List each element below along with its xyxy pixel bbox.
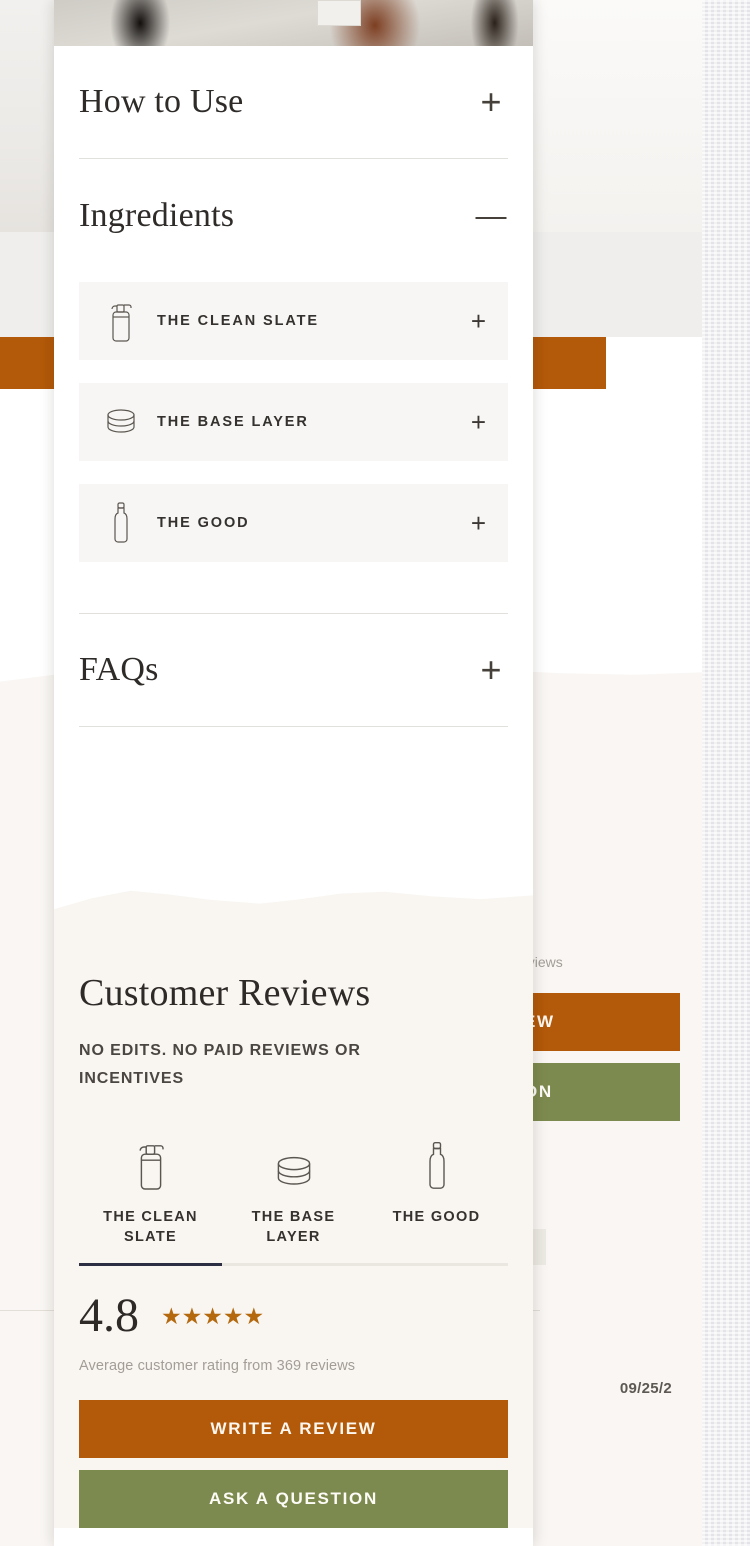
- accordion-title-how-to-use: How to Use: [79, 83, 244, 120]
- pump-bottle-icon: [97, 298, 145, 344]
- plus-icon[interactable]: +: [471, 409, 486, 435]
- ask-a-question-button[interactable]: ASK A QUESTION: [79, 1470, 508, 1528]
- plus-icon[interactable]: +: [474, 84, 508, 120]
- accordion-row-how-to-use[interactable]: How to Use +: [79, 46, 508, 158]
- accordion-title-ingredients: Ingredients: [79, 196, 235, 234]
- overlay-top-photo: [54, 0, 533, 46]
- jar-icon: [97, 405, 145, 439]
- tab-the-clean-slate[interactable]: THE CLEAN SLATE: [79, 1131, 222, 1251]
- ingredient-row-the-good[interactable]: THE GOOD +: [79, 484, 508, 562]
- tab-the-base-layer[interactable]: THE BASE LAYER: [222, 1131, 365, 1251]
- review-product-tabs: THE CLEAN SLATE THE BASE LAYER THE GOOD: [79, 1131, 508, 1251]
- tab-the-good[interactable]: THE GOOD: [365, 1131, 508, 1251]
- pump-bottle-icon: [133, 1131, 169, 1193]
- plus-icon[interactable]: +: [474, 652, 508, 688]
- ingredient-row-the-base-layer[interactable]: THE BASE LAYER +: [79, 383, 508, 461]
- reviews-subheading: NO EDITS. NO PAID REVIEWS OR INCENTIVES: [79, 1042, 361, 1087]
- tab-underline-track: [79, 1263, 508, 1266]
- plus-icon[interactable]: +: [471, 308, 486, 334]
- rating-summary-row: 4.8 ★★★★★: [79, 1292, 508, 1340]
- ingredient-label-the-good: THE GOOD: [157, 515, 250, 531]
- accordion-title-faqs: FAQs: [79, 651, 159, 688]
- ingredient-row-the-clean-slate[interactable]: THE CLEAN SLATE +: [79, 282, 508, 360]
- rating-caption: Average customer rating from 369 reviews: [79, 1358, 356, 1374]
- reviews-heading: Customer Reviews: [79, 972, 371, 1014]
- ingredient-label-the-base-layer: THE BASE LAYER: [157, 414, 309, 430]
- tab-label-the-good: THE GOOD: [392, 1209, 481, 1225]
- customer-reviews-section: Customer Reviews NO EDITS. NO PAID REVIE…: [54, 923, 533, 1528]
- tab-label-the-clean-slate: THE CLEAN SLATE: [103, 1209, 198, 1245]
- dropper-bottle-icon: [97, 500, 145, 546]
- ingredient-label-the-clean-slate: THE CLEAN SLATE: [157, 313, 319, 329]
- overlay-accordion-body: How to Use + Ingredients — THE CLEAN SLA…: [54, 46, 533, 727]
- jar-icon: [270, 1131, 318, 1193]
- accordion-row-ingredients[interactable]: Ingredients —: [79, 159, 508, 272]
- average-rating-value: 4.8: [79, 1289, 139, 1342]
- product-details-overlay-panel: How to Use + Ingredients — THE CLEAN SLA…: [54, 0, 533, 1546]
- dropper-bottle-icon: [423, 1131, 451, 1193]
- minus-icon[interactable]: —: [474, 200, 508, 231]
- accordion-row-faqs[interactable]: FAQs +: [79, 614, 508, 726]
- ingredients-product-list: THE CLEAN SLATE + THE BASE LAYER + THE G…: [79, 272, 508, 613]
- tab-label-the-base-layer: THE BASE LAYER: [251, 1209, 336, 1245]
- tab-active-underline: [79, 1263, 222, 1266]
- overlay-spacer: [54, 727, 533, 877]
- write-a-review-button[interactable]: WRITE A REVIEW: [79, 1400, 508, 1458]
- wave-section-divider: [54, 890, 533, 923]
- plus-icon[interactable]: +: [471, 510, 486, 536]
- star-rating-icon: ★★★★★: [161, 1302, 265, 1329]
